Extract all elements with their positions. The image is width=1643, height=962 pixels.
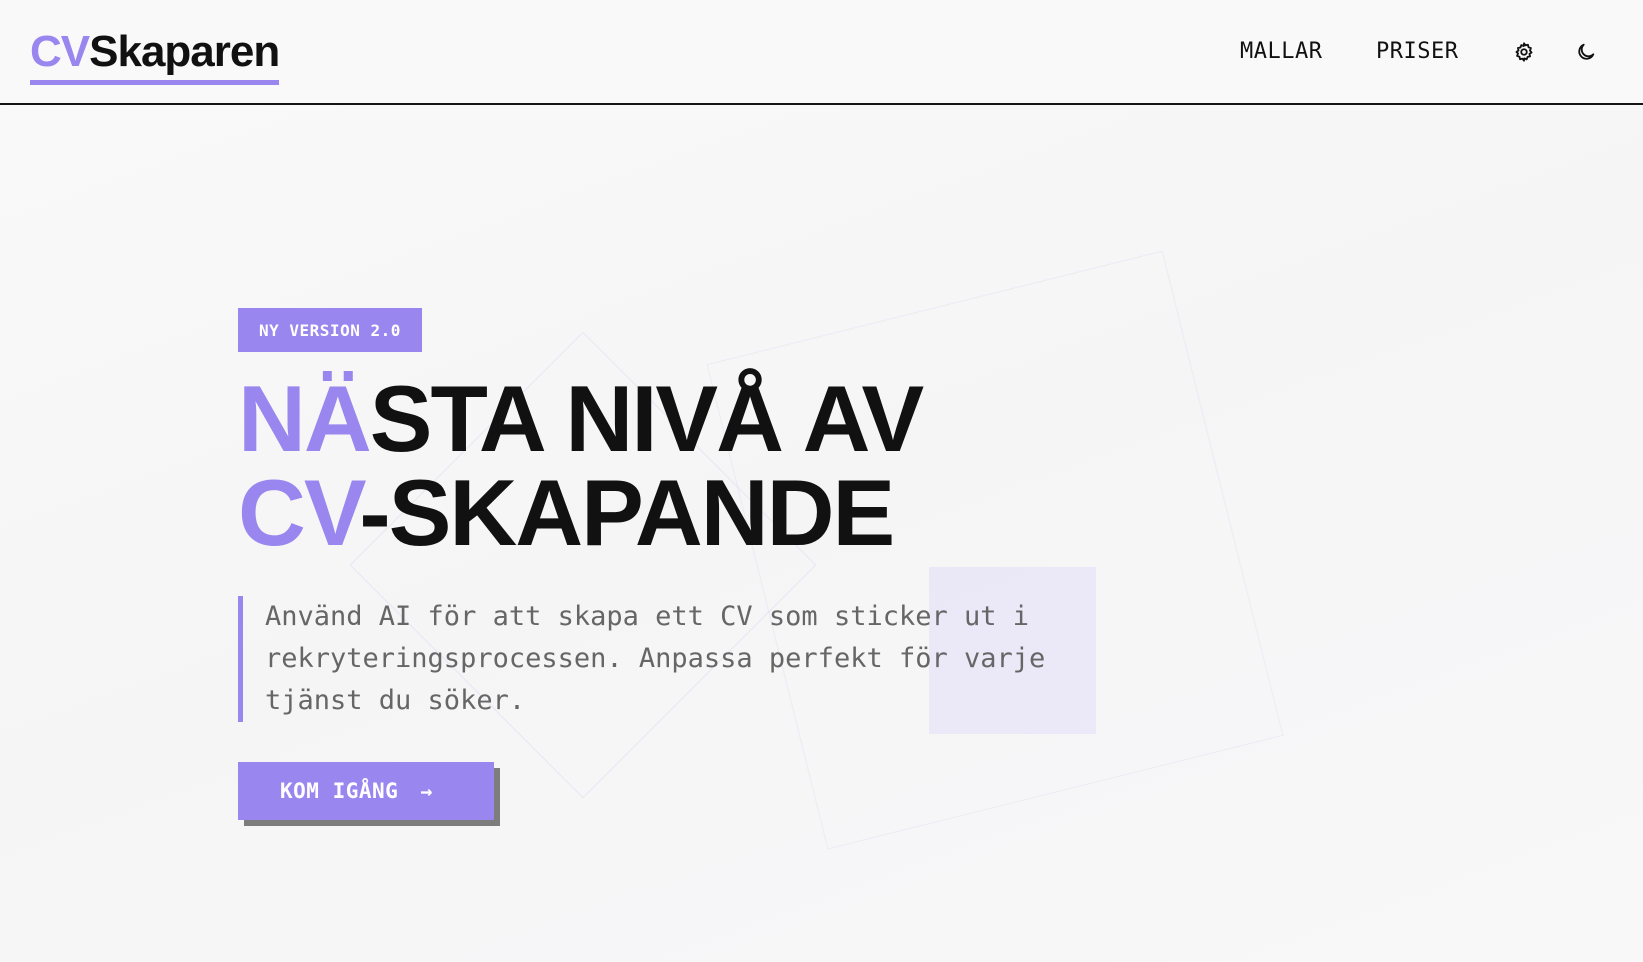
version-badge: NY VERSION 2.0 bbox=[238, 308, 422, 352]
headline-line1-accent: NÄ bbox=[238, 366, 372, 471]
get-started-button[interactable]: KOM IGÅNG → bbox=[238, 762, 494, 820]
hero-headline: NÄSTA NIVÅ AV CV-SKAPANDE bbox=[238, 372, 924, 560]
logo-text: Skaparen bbox=[89, 27, 280, 76]
hero-subtext: Använd AI för att skapa ett CV som stick… bbox=[238, 596, 1108, 722]
nav-link-mallar[interactable]: MALLAR bbox=[1240, 38, 1322, 66]
gear-icon bbox=[1515, 42, 1533, 62]
site-header: CVSkaparen MALLAR PRISER bbox=[0, 0, 1643, 105]
headline-line1-rest: STA NIVÅ AV bbox=[369, 366, 924, 471]
theme-toggle-button[interactable] bbox=[1570, 36, 1602, 68]
nav-link-priser[interactable]: PRISER bbox=[1376, 38, 1458, 66]
get-started-label: KOM IGÅNG bbox=[280, 779, 399, 803]
logo[interactable]: CVSkaparen bbox=[30, 26, 280, 85]
arrow-right-icon: → bbox=[420, 779, 433, 803]
settings-button[interactable] bbox=[1508, 36, 1540, 68]
headline-line2-rest: -SKAPANDE bbox=[359, 460, 895, 565]
logo-accent: CV bbox=[30, 27, 90, 76]
headline-line2-accent: CV bbox=[238, 460, 361, 565]
moon-icon bbox=[1578, 43, 1595, 60]
